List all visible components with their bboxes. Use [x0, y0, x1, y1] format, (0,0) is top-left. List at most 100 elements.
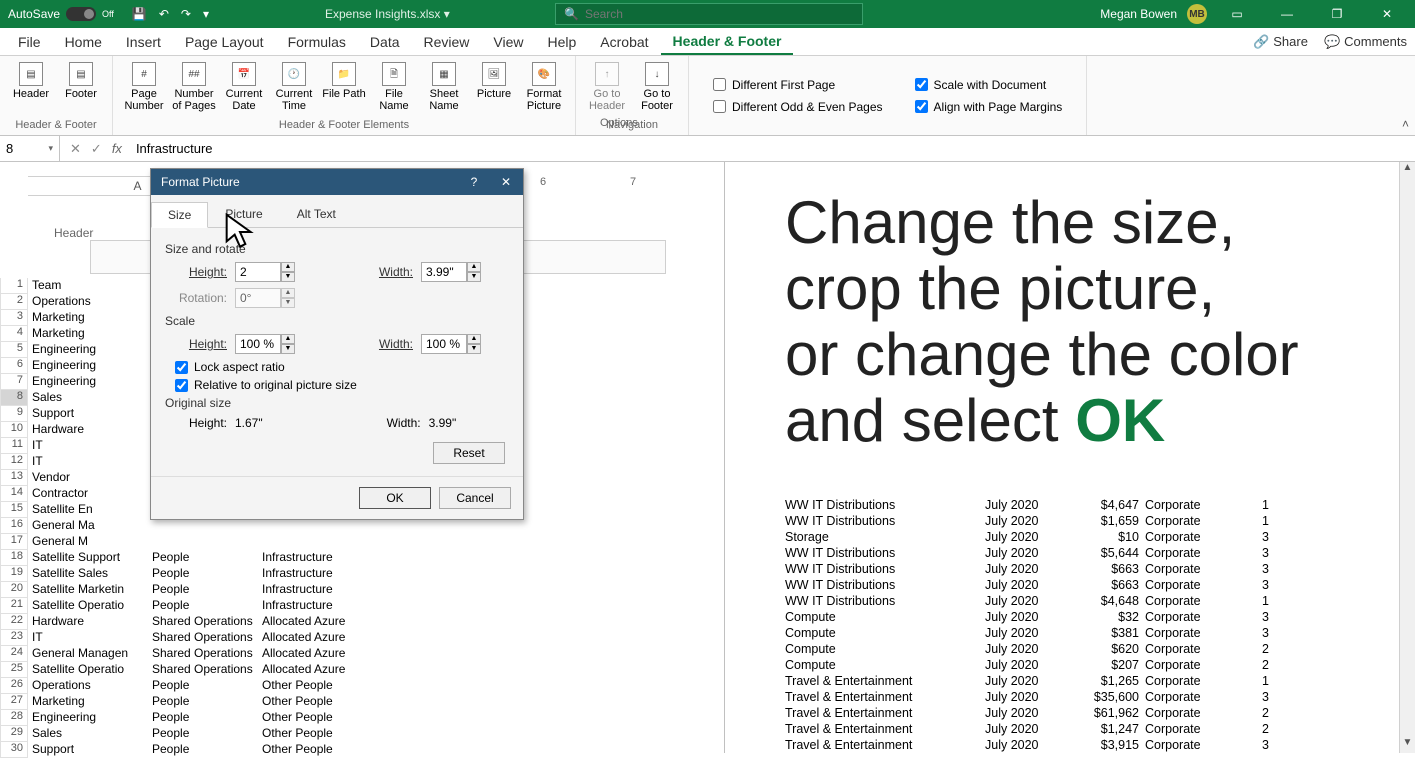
cell[interactable]: WW IT Distributions	[785, 562, 985, 576]
cell[interactable]: WW IT Distributions	[785, 546, 985, 560]
cell[interactable]: Corporate	[1145, 738, 1235, 752]
cell[interactable]: Infrastructure	[258, 582, 388, 598]
table-row[interactable]: Satellite MarketinPeopleInfrastructure	[28, 582, 388, 598]
cell[interactable]: People	[148, 550, 258, 566]
cell[interactable]: Engineering	[28, 342, 148, 358]
cell[interactable]: $663	[1055, 578, 1145, 592]
relative-original-checkbox[interactable]: Relative to original picture size	[165, 378, 509, 392]
table-row[interactable]: Travel & EntertainmentJuly 2020$35,600Co…	[785, 689, 1269, 705]
cell[interactable]: Contractor	[28, 486, 148, 502]
cell[interactable]: July 2020	[985, 610, 1055, 624]
cell[interactable]: People	[148, 598, 258, 614]
cell[interactable]: People	[148, 742, 258, 758]
cell[interactable]: Satellite Support	[28, 550, 148, 566]
row-header[interactable]: 7	[0, 374, 28, 390]
row-header[interactable]: 1	[0, 278, 28, 294]
file-path-button[interactable]: 📁File Path	[321, 62, 367, 100]
cell[interactable]: $1,247	[1055, 722, 1145, 736]
cell[interactable]: $1,265	[1055, 674, 1145, 688]
row-header[interactable]: 19	[0, 566, 28, 582]
row-header[interactable]: 17	[0, 534, 28, 550]
row-header[interactable]: 9	[0, 406, 28, 422]
width-spinner[interactable]: ▲▼	[421, 262, 481, 282]
cell[interactable]: Marketing	[28, 310, 148, 326]
sheight-up-icon[interactable]: ▲	[281, 334, 295, 344]
dialog-help-icon[interactable]: ?	[459, 169, 489, 195]
cell[interactable]: People	[148, 710, 258, 726]
cell[interactable]: Compute	[785, 610, 985, 624]
cell[interactable]: Compute	[785, 642, 985, 656]
lock-aspect-checkbox[interactable]: Lock aspect ratio	[165, 360, 509, 374]
cell[interactable]: IT	[28, 454, 148, 470]
row-header[interactable]: 21	[0, 598, 28, 614]
redo-icon[interactable]: ↷	[181, 7, 191, 21]
rotation-down-icon[interactable]: ▼	[281, 298, 295, 308]
cell[interactable]: Infrastructure	[258, 598, 388, 614]
cell[interactable]: WW IT Distributions	[785, 514, 985, 528]
sheet-name-button[interactable]: ▦Sheet Name	[421, 62, 467, 112]
row-header[interactable]: 22	[0, 614, 28, 630]
rotation-spinner[interactable]: ▲▼	[235, 288, 295, 308]
cell[interactable]: Travel & Entertainment	[785, 674, 985, 688]
name-box[interactable]: 8	[0, 136, 60, 161]
table-row[interactable]: WW IT DistributionsJuly 2020$663Corporat…	[785, 577, 1269, 593]
cell[interactable]: $3,915	[1055, 738, 1145, 752]
cell[interactable]: July 2020	[985, 562, 1055, 576]
cell[interactable]: July 2020	[985, 738, 1055, 752]
row-header[interactable]: 10	[0, 422, 28, 438]
diff-first-checkbox[interactable]: Different First Page	[713, 78, 883, 92]
cell[interactable]: 3	[1235, 546, 1269, 560]
cell[interactable]: Corporate	[1145, 642, 1235, 656]
cell[interactable]: Support	[28, 406, 148, 422]
cell[interactable]: Operations	[28, 678, 148, 694]
search-box[interactable]: 🔍	[555, 3, 863, 25]
table-row[interactable]: SupportPeopleOther People	[28, 742, 388, 758]
cell[interactable]: July 2020	[985, 626, 1055, 640]
table-row[interactable]: WW IT DistributionsJuly 2020$1,659Corpor…	[785, 513, 1269, 529]
footer-button[interactable]: ▤Footer	[58, 62, 104, 100]
cell[interactable]: General Managen	[28, 646, 148, 662]
width-down-icon[interactable]: ▼	[467, 272, 481, 282]
row-header[interactable]: 15	[0, 502, 28, 518]
share-button[interactable]: 🔗 Share	[1253, 34, 1308, 50]
cell[interactable]: Engineering	[28, 374, 148, 390]
row-header[interactable]: 2	[0, 294, 28, 310]
scale-height-spinner[interactable]: ▲▼	[235, 334, 295, 354]
cell[interactable]: 3	[1235, 626, 1269, 640]
cell[interactable]: General M	[28, 534, 148, 550]
height-up-icon[interactable]: ▲	[281, 262, 295, 272]
width-up-icon[interactable]: ▲	[467, 262, 481, 272]
cell[interactable]: 3	[1235, 578, 1269, 592]
cell[interactable]: People	[148, 694, 258, 710]
cell[interactable]: Corporate	[1145, 690, 1235, 704]
row-header[interactable]: 23	[0, 630, 28, 646]
table-row[interactable]: SalesPeopleOther People	[28, 726, 388, 742]
dialog-title-bar[interactable]: Format Picture ? ✕	[151, 169, 523, 195]
cell[interactable]: July 2020	[985, 690, 1055, 704]
swidth-up-icon[interactable]: ▲	[467, 334, 481, 344]
cell[interactable]: Shared Operations	[148, 614, 258, 630]
cell[interactable]: 2	[1235, 642, 1269, 656]
cancel-formula-icon[interactable]: ✕	[70, 141, 81, 157]
cell[interactable]: Hardware	[28, 614, 148, 630]
table-row[interactable]: MarketingPeopleOther People	[28, 694, 388, 710]
cell[interactable]: Shared Operations	[148, 646, 258, 662]
cell[interactable]: Other People	[258, 742, 388, 758]
cell[interactable]: Travel & Entertainment	[785, 706, 985, 720]
cell[interactable]: 2	[1235, 706, 1269, 720]
current-date-button[interactable]: 📅Current Date	[221, 62, 267, 112]
tab-header-footer[interactable]: Header & Footer	[661, 28, 794, 55]
row-header[interactable]: 28	[0, 710, 28, 726]
cell[interactable]: Corporate	[1145, 562, 1235, 576]
cell[interactable]: $32	[1055, 610, 1145, 624]
dialog-tab-alt-text[interactable]: Alt Text	[280, 201, 353, 227]
cell[interactable]: General Ma	[28, 518, 148, 534]
cell[interactable]: Corporate	[1145, 594, 1235, 608]
row-header[interactable]: 5	[0, 342, 28, 358]
ribbon-display-icon[interactable]: ▭	[1217, 0, 1257, 28]
cell[interactable]	[148, 518, 258, 534]
cell[interactable]: Other People	[258, 726, 388, 742]
dialog-tab-size[interactable]: Size	[151, 202, 208, 228]
cell[interactable]: Satellite Operatio	[28, 598, 148, 614]
maximize-icon[interactable]: ❐	[1317, 0, 1357, 28]
